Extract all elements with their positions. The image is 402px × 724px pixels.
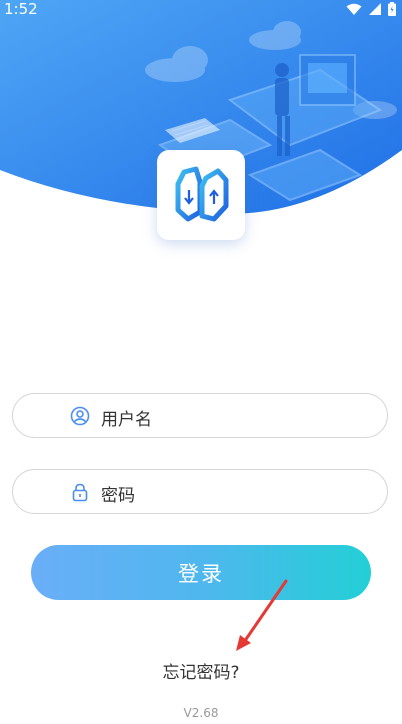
wifi-icon [346, 3, 362, 15]
app-logo [157, 150, 245, 240]
login-button-label: 登录 [178, 561, 224, 586]
lock-icon [72, 483, 88, 502]
username-field[interactable]: 用户名 [12, 393, 388, 438]
app-logo-icon [175, 166, 229, 222]
battery-icon [388, 2, 396, 16]
password-field[interactable]: 密码 [12, 469, 388, 514]
username-placeholder: 用户名 [101, 410, 152, 430]
status-time: 1:52 [4, 0, 38, 18]
status-icons [346, 2, 396, 16]
status-bar: 1:52 [0, 0, 402, 22]
annotation-arrow-icon [236, 579, 288, 651]
password-placeholder: 密码 [101, 486, 135, 506]
user-icon [70, 406, 90, 426]
signal-icon [369, 2, 381, 15]
forgot-password-link[interactable]: 忘记密码? [0, 658, 402, 683]
login-button[interactable]: 登录 [31, 545, 371, 600]
version-label: V2.68 [183, 706, 219, 720]
